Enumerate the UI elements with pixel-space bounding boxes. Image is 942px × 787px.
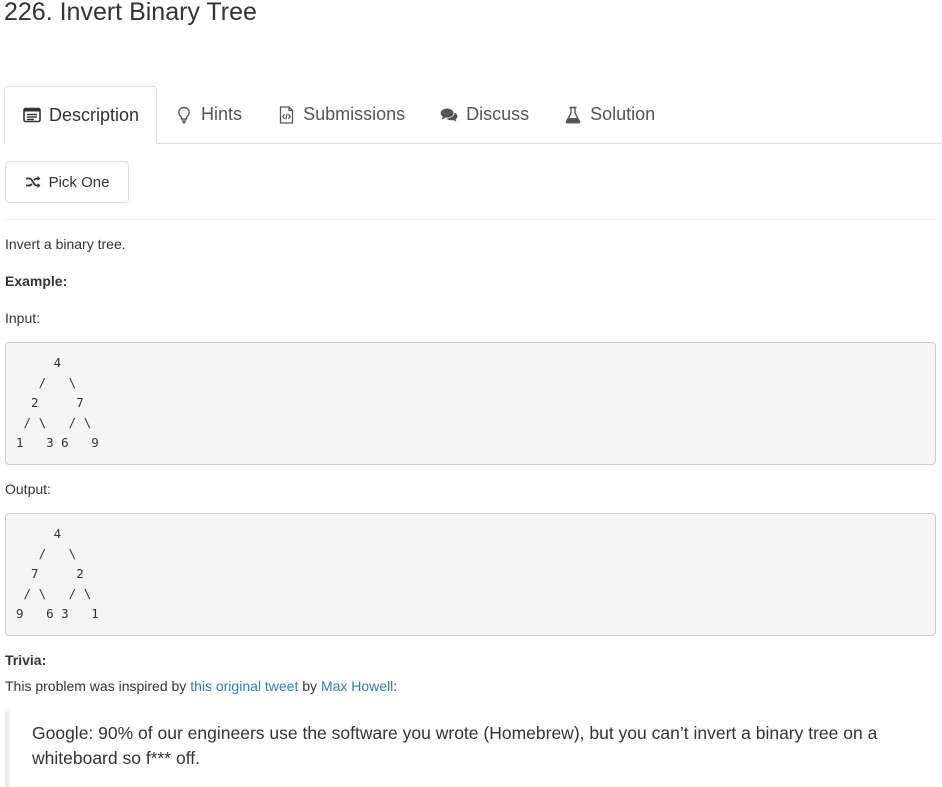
tab-solution[interactable]: Solution <box>546 86 672 143</box>
tab-label: Hints <box>201 104 243 124</box>
trivia-text: This problem was inspired by this origin… <box>5 677 397 695</box>
tab-submissions[interactable]: Submissions <box>259 86 422 143</box>
trivia-prefix: This problem was inspired by <box>5 678 191 694</box>
pick-one-label: Pick One <box>48 173 110 191</box>
input-label: Input: <box>5 310 41 326</box>
tab-bar: Description Hints Submissions Discuss So… <box>4 86 942 144</box>
example-label: Example: <box>5 273 68 289</box>
pick-one-button[interactable]: Pick One <box>5 161 129 203</box>
content-divider <box>5 219 937 220</box>
tab-description[interactable]: Description <box>4 86 158 144</box>
output-tree-code: 4 / \ 7 2 / \ / \ 9 6 3 1 <box>5 513 936 636</box>
trivia-label: Trivia: <box>5 652 47 668</box>
trivia-suffix: : <box>393 678 398 694</box>
comments-icon <box>440 106 458 124</box>
tab-discuss[interactable]: Discuss <box>422 86 546 143</box>
tab-label: Discuss <box>466 104 530 124</box>
tab-label: Description <box>49 104 140 125</box>
tab-hints[interactable]: Hints <box>157 86 259 143</box>
code-file-icon <box>277 105 295 124</box>
original-tweet-link[interactable]: this original tweet <box>190 678 298 694</box>
max-howell-link[interactable]: Max Howell <box>321 678 393 694</box>
tab-label: Solution <box>590 104 656 124</box>
output-label: Output: <box>5 481 51 497</box>
flask-icon <box>564 106 582 124</box>
tab-label: Submissions <box>303 104 406 124</box>
input-tree-code: 4 / \ 2 7 / \ / \ 1 3 6 9 <box>5 342 936 465</box>
tweet-quote: Google: 90% of our engineers use the sof… <box>5 711 910 787</box>
trivia-middle: by <box>298 678 321 694</box>
shuffle-icon <box>25 174 41 190</box>
lightbulb-icon <box>175 106 193 124</box>
problem-page: 226. Invert Binary Tree Description Hint… <box>0 0 942 787</box>
description-icon <box>23 106 41 124</box>
problem-intro: Invert a binary tree. <box>5 236 126 252</box>
page-title: 226. Invert Binary Tree <box>4 0 257 26</box>
